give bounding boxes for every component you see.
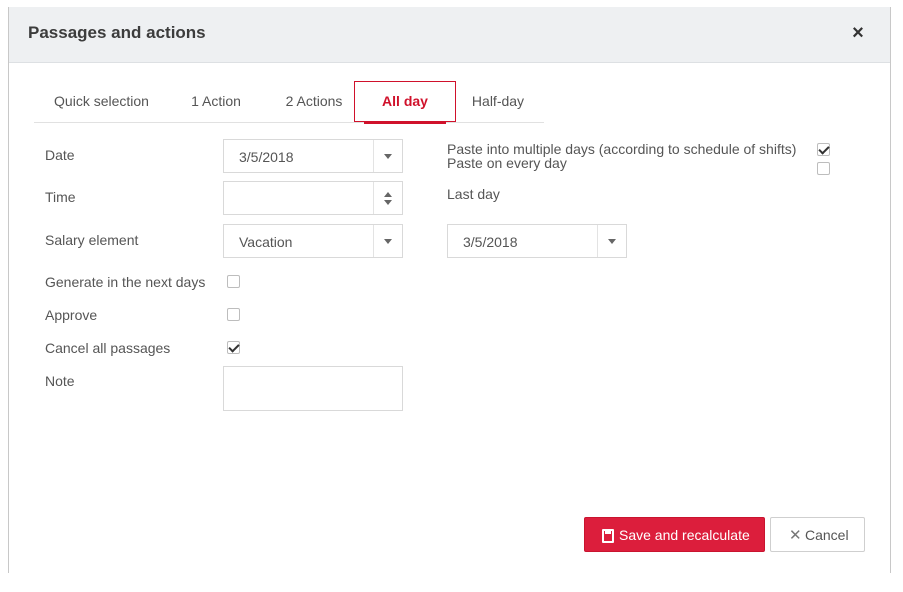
paste-multiple-checkbox[interactable] — [817, 143, 830, 156]
check-icon — [228, 341, 240, 353]
last-day-value: 3/5/2018 — [463, 234, 518, 250]
tab-all-day[interactable]: All day — [354, 81, 456, 124]
chevron-down-icon — [384, 239, 392, 244]
tab-bar: Quick selection 1 Action 2 Actions All d… — [34, 81, 544, 124]
salary-element-dropdown-toggle[interactable] — [373, 225, 402, 257]
approve-checkbox[interactable] — [227, 308, 240, 321]
generate-next-days-label: Generate in the next days — [45, 274, 206, 290]
last-day-select[interactable]: 3/5/2018 — [447, 224, 627, 258]
cancel-button-label: Cancel — [805, 527, 849, 543]
date-select[interactable]: 3/5/2018 — [223, 139, 403, 173]
tab-quick-selection[interactable]: Quick selection — [44, 81, 159, 121]
salary-element-label: Salary element — [45, 232, 139, 248]
salary-element-value: Vacation — [239, 234, 293, 250]
time-label: Time — [45, 189, 76, 205]
save-button-label: Save and recalculate — [619, 527, 750, 543]
spin-down-icon[interactable] — [384, 200, 392, 205]
salary-element-select[interactable]: Vacation — [223, 224, 403, 258]
chevron-down-icon — [384, 154, 392, 159]
dialog-title: Passages and actions — [28, 23, 206, 42]
paste-every-day-checkbox[interactable] — [817, 162, 830, 175]
spin-up-icon[interactable] — [384, 192, 392, 197]
date-label: Date — [45, 147, 75, 163]
time-input[interactable] — [223, 181, 403, 215]
approve-label: Approve — [45, 307, 98, 323]
check-icon — [818, 143, 830, 155]
chevron-down-icon — [608, 239, 616, 244]
date-dropdown-toggle[interactable] — [373, 140, 402, 172]
save-icon — [602, 529, 614, 543]
close-icon: ✕ — [789, 527, 802, 544]
tab-half-day[interactable]: Half-day — [468, 81, 528, 121]
last-day-label: Last day — [447, 186, 500, 202]
cancel-all-passages-checkbox[interactable] — [227, 341, 240, 354]
time-spinner[interactable] — [373, 182, 402, 214]
note-label: Note — [45, 373, 75, 389]
tab-2-actions[interactable]: 2 Actions — [279, 81, 349, 121]
close-icon[interactable]: × — [848, 23, 868, 43]
date-value: 3/5/2018 — [239, 149, 294, 165]
note-textarea[interactable] — [223, 366, 403, 411]
passages-dialog: Passages and actions × Quick selection 1… — [8, 7, 891, 573]
paste-every-day-label: Paste on every day — [447, 155, 567, 171]
dialog-header: Passages and actions × — [9, 7, 890, 63]
cancel-button[interactable]: ✕ Cancel — [770, 517, 865, 552]
tab-1-action[interactable]: 1 Action — [184, 81, 248, 121]
generate-next-days-checkbox[interactable] — [227, 275, 240, 288]
last-day-dropdown-toggle[interactable] — [597, 225, 626, 257]
cancel-all-passages-label: Cancel all passages — [45, 340, 171, 356]
save-and-recalculate-button[interactable]: Save and recalculate — [584, 517, 765, 552]
